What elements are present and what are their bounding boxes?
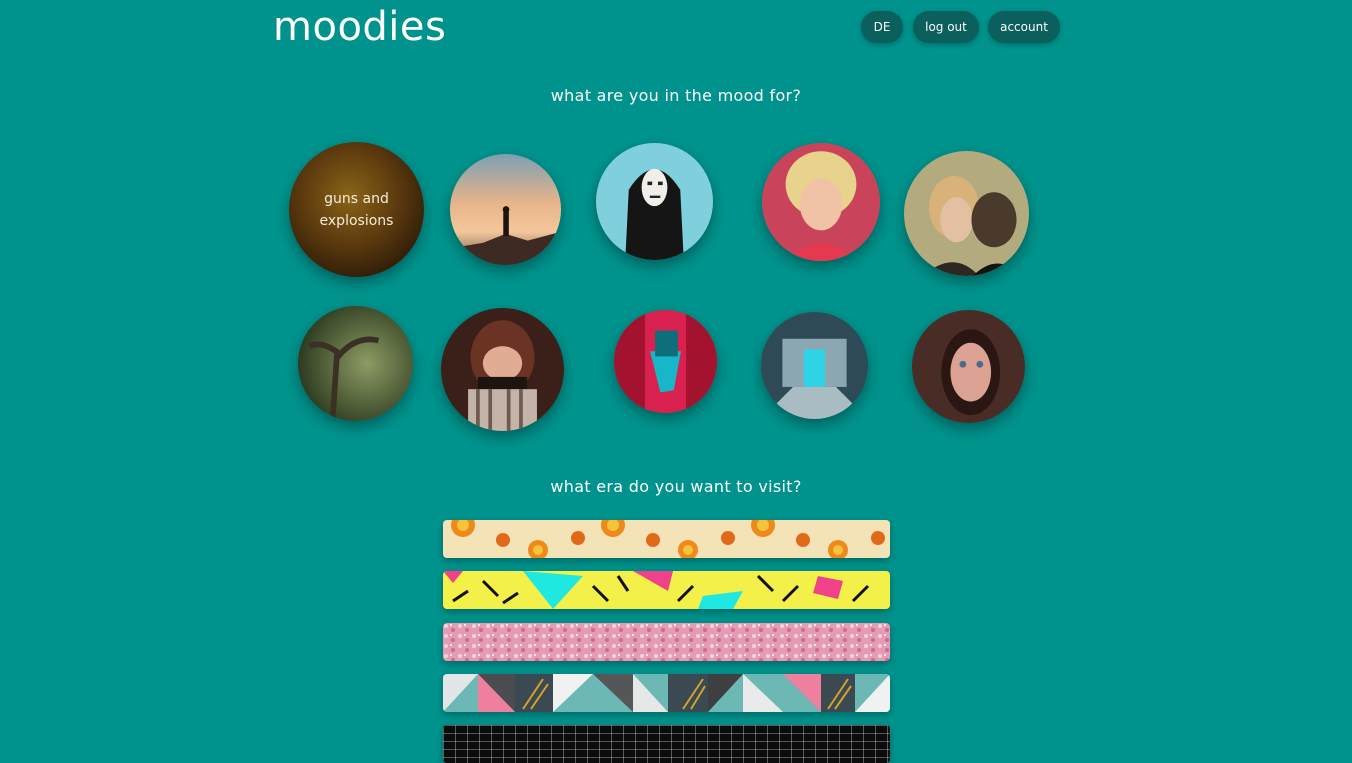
logo[interactable]: moodies — [273, 4, 446, 50]
mood-thriller[interactable] — [912, 310, 1025, 423]
no-face-anime-image — [596, 143, 713, 260]
mood-fantasy[interactable] — [298, 306, 413, 421]
mood-guns-and-explosions[interactable]: guns and explosions — [289, 142, 424, 277]
era-90s[interactable] — [443, 623, 890, 661]
mood-adventure[interactable] — [450, 154, 561, 265]
era-80s[interactable] — [443, 571, 890, 609]
era-2000s[interactable] — [443, 674, 890, 712]
mood-romance[interactable] — [904, 151, 1029, 276]
era-retro-future[interactable] — [443, 725, 890, 763]
70s-floral-pattern — [443, 520, 890, 558]
mood-space[interactable] — [761, 312, 868, 419]
retro-grid-pattern — [443, 725, 890, 763]
mood-horror[interactable] — [441, 308, 564, 431]
pink-glitter-pattern — [443, 623, 890, 661]
mood-neon[interactable] — [614, 310, 717, 413]
horror-scared-image — [441, 308, 564, 431]
logout-button[interactable]: log out — [913, 11, 979, 43]
thriller-woman-image — [912, 310, 1025, 423]
account-button[interactable]: account — [988, 11, 1060, 43]
mood-label: guns and explosions — [319, 190, 394, 229]
neon-scifi-image — [614, 310, 717, 413]
80s-memphis-pattern — [443, 571, 890, 609]
space-corridor-image — [761, 312, 868, 419]
era-heading: what era do you want to visit? — [550, 477, 802, 496]
mood-comedy[interactable] — [762, 143, 880, 261]
mood-anime[interactable] — [596, 143, 713, 260]
language-button[interactable]: DE — [861, 11, 903, 43]
forest-fantasy-image — [298, 306, 413, 421]
comedy-blonde-image — [762, 143, 880, 261]
romance-couple-image — [904, 151, 1029, 276]
geometric-triangle-pattern — [443, 674, 890, 712]
era-70s[interactable] — [443, 520, 890, 558]
mood-heading: what are you in the mood for? — [550, 86, 802, 105]
mountain-adventure-image — [450, 154, 561, 265]
